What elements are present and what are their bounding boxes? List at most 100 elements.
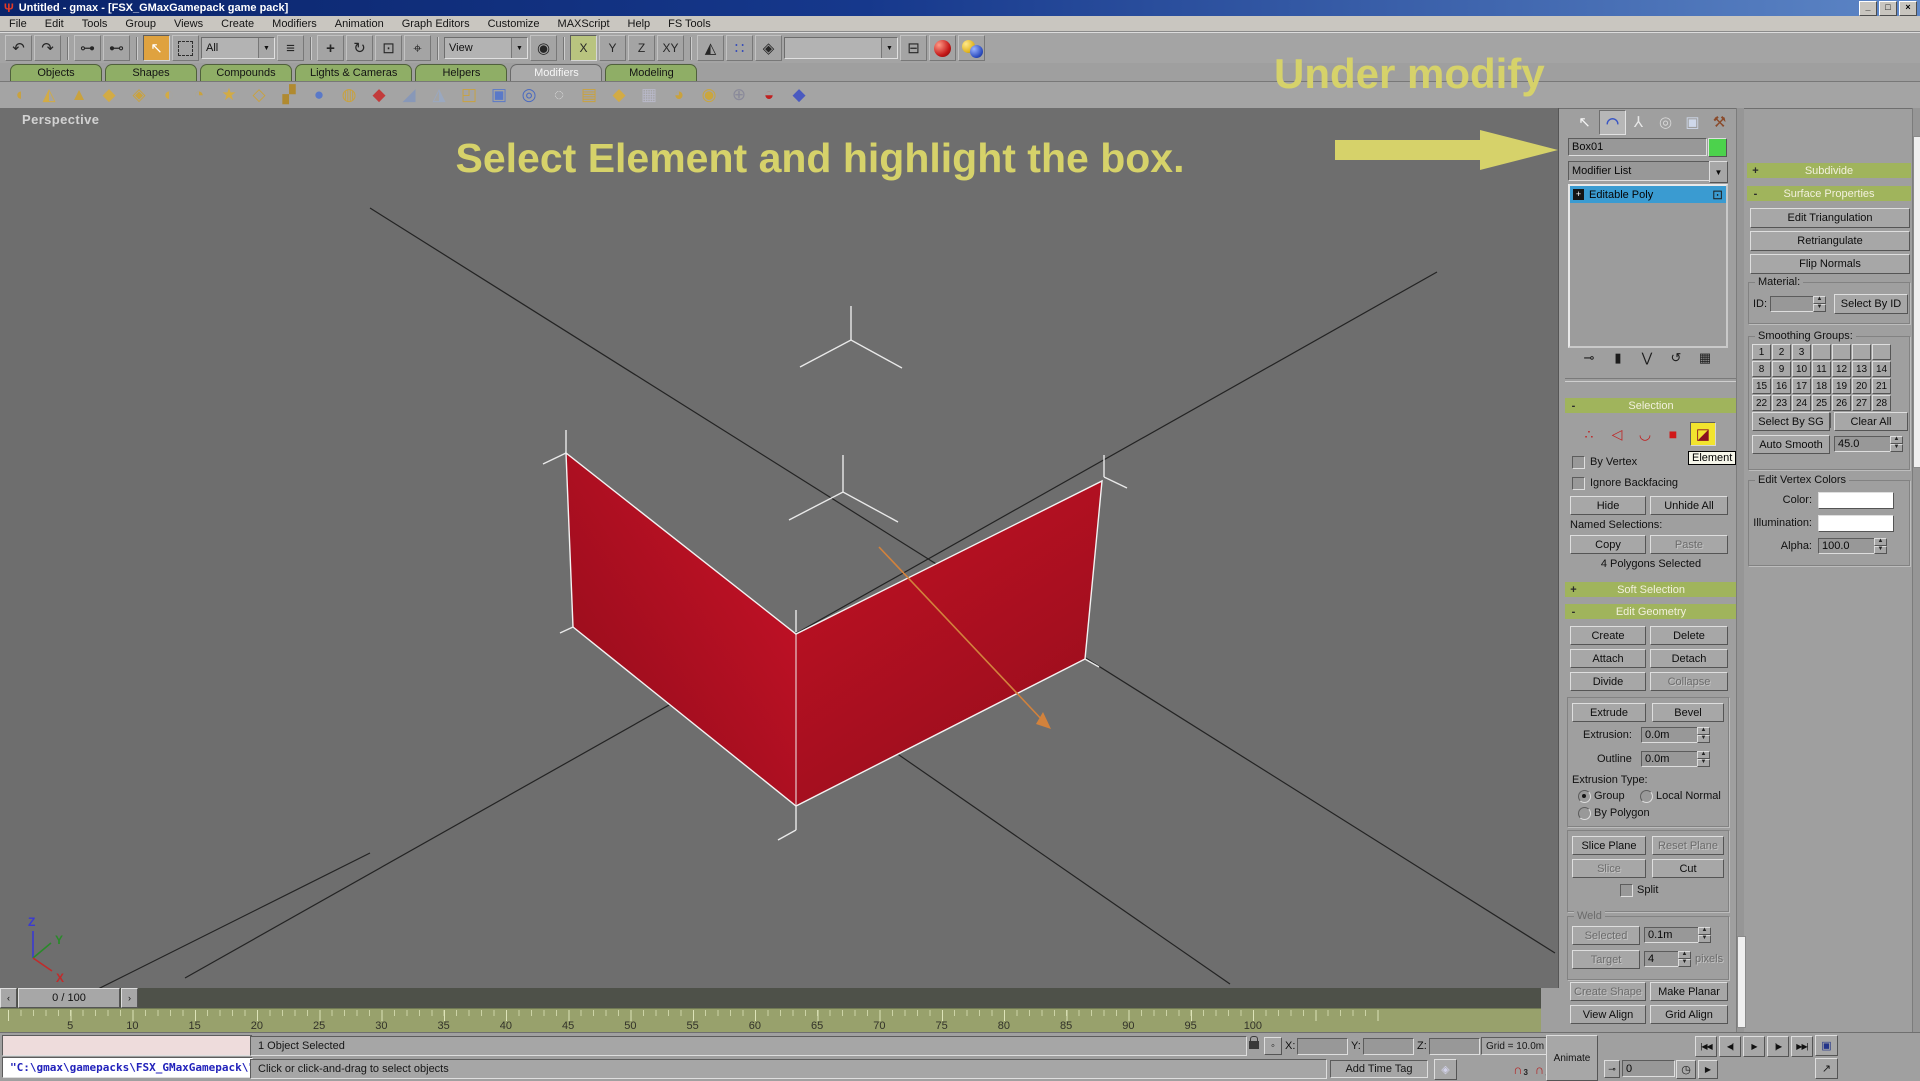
hierarchy-tab-icon[interactable]: ⅄ — [1626, 110, 1651, 133]
tab-helpers[interactable]: Helpers — [415, 64, 507, 81]
smoothing-group-button[interactable]: 10 — [1792, 361, 1811, 377]
alpha-field[interactable]: 100.0 — [1818, 538, 1875, 554]
divide-button[interactable]: Divide — [1570, 672, 1646, 691]
make-unique-icon[interactable]: ⋁ — [1637, 349, 1657, 367]
minimize-button[interactable]: _ — [1859, 1, 1877, 16]
modifier-icon[interactable]: ◰ — [458, 84, 480, 106]
border-mode-icon[interactable]: ◡ — [1634, 424, 1656, 444]
menu-item[interactable]: Create — [212, 18, 263, 30]
selection-lock-icon[interactable] — [1249, 1041, 1259, 1049]
smoothing-group-button[interactable]: 18 — [1812, 378, 1831, 394]
modifier-icon[interactable]: ◐ — [158, 84, 180, 106]
smoothing-group-button[interactable] — [1832, 344, 1851, 360]
menu-item[interactable]: Graph Editors — [393, 18, 479, 30]
perspective-viewport[interactable]: Z Y X Perspective Select Element and hig… — [0, 108, 1559, 988]
reset-plane-button[interactable]: Reset Plane — [1652, 836, 1724, 855]
material-id-field[interactable] — [1770, 296, 1815, 312]
modifier-icon[interactable]: ◆ — [98, 84, 120, 106]
modifier-icon[interactable]: ◖ — [8, 84, 30, 106]
use-center-icon[interactable]: ◉ — [530, 35, 557, 61]
undo-icon[interactable]: ↶ — [5, 35, 32, 61]
modifier-icon[interactable]: ★ — [218, 84, 240, 106]
menu-item[interactable]: MAXScript — [549, 18, 619, 30]
flip-normals-button[interactable]: Flip Normals — [1750, 254, 1910, 274]
menu-item[interactable]: Modifiers — [263, 18, 326, 30]
menu-item[interactable]: Customize — [479, 18, 549, 30]
modifier-icon[interactable]: ◆ — [608, 84, 630, 106]
maximize-button[interactable]: □ — [1879, 1, 1897, 16]
by-polygon-radio[interactable] — [1578, 807, 1591, 820]
pin-stack-icon[interactable]: ⊸ — [1579, 349, 1599, 367]
modifier-icon[interactable]: ◆ — [368, 84, 390, 106]
illumination-swatch[interactable] — [1818, 515, 1894, 532]
modifier-icon[interactable]: ▣ — [488, 84, 510, 106]
view-align-button[interactable]: View Align — [1570, 1005, 1646, 1024]
attach-button[interactable]: Attach — [1570, 649, 1646, 668]
smoothing-group-button[interactable]: 14 — [1872, 361, 1891, 377]
add-time-tag[interactable]: Add Time Tag — [1330, 1060, 1428, 1078]
scrollbar-thumb[interactable] — [1913, 136, 1920, 468]
modifier-icon[interactable]: ▦ — [638, 84, 660, 106]
cut-button[interactable]: Cut — [1652, 859, 1724, 878]
smoothing-group-button[interactable]: 17 — [1792, 378, 1811, 394]
tab-compounds[interactable]: Compounds — [200, 64, 292, 81]
modifier-icon[interactable]: ▤ — [578, 84, 600, 106]
select-and-manipulate-icon[interactable]: ⌖ — [404, 35, 431, 61]
smoothing-group-button[interactable]: 22 — [1752, 395, 1771, 411]
playback-button[interactable]: ▶ — [1743, 1036, 1765, 1057]
scrollbar-thumb[interactable] — [1737, 936, 1746, 1028]
modifier-stack[interactable]: + Editable Poly ⊡ — [1568, 184, 1728, 348]
modifier-icon[interactable]: ◌ — [548, 84, 570, 106]
smoothing-group-button[interactable]: 16 — [1772, 378, 1791, 394]
tab-modeling[interactable]: Modeling — [605, 64, 697, 81]
menu-item[interactable]: Views — [165, 18, 212, 30]
by-vertex-checkbox[interactable] — [1572, 456, 1585, 469]
select-and-move-icon[interactable]: + — [317, 35, 344, 61]
smoothing-group-button[interactable] — [1872, 344, 1891, 360]
modifier-icon[interactable]: ◮ — [428, 84, 450, 106]
delete-button[interactable]: Delete — [1650, 626, 1728, 645]
redo-icon[interactable]: ↷ — [34, 35, 61, 61]
extended-panel-scrollbar[interactable] — [1912, 108, 1920, 1032]
render-icon[interactable] — [958, 35, 985, 61]
display-tab-icon[interactable]: ▣ — [1680, 110, 1705, 133]
vertex-mode-icon[interactable]: ∴ — [1578, 424, 1600, 444]
time-back-icon[interactable]: ‹ — [0, 988, 17, 1008]
min-max-toggle-icon[interactable]: ↗ — [1815, 1058, 1838, 1079]
reference-coordinate-dropdown[interactable]: View ▼ — [444, 37, 528, 59]
weld-target-spinner[interactable]: ▲▼ — [1678, 951, 1691, 967]
element-mode-icon[interactable]: ◪ — [1690, 422, 1716, 446]
make-planar-button[interactable]: Make Planar — [1650, 982, 1728, 1001]
modifier-icon[interactable]: ◍ — [338, 84, 360, 106]
edit-geometry-rollout-header[interactable]: -Edit Geometry — [1565, 604, 1737, 619]
time-forward-icon[interactable]: › — [121, 988, 138, 1008]
smoothing-group-button[interactable]: 24 — [1792, 395, 1811, 411]
menu-item[interactable]: Help — [619, 18, 660, 30]
smoothing-group-button[interactable]: 28 — [1872, 395, 1891, 411]
extrude-button[interactable]: Extrude — [1572, 703, 1646, 722]
smoothing-group-button[interactable]: 9 — [1772, 361, 1791, 377]
box-left-wall[interactable] — [566, 453, 796, 806]
group-radio[interactable] — [1578, 790, 1591, 803]
alpha-spinner[interactable]: ▲▼ — [1874, 538, 1887, 554]
smoothing-group-button[interactable] — [1812, 344, 1831, 360]
auto-smooth-button[interactable]: Auto Smooth — [1752, 435, 1830, 454]
modifier-icon[interactable]: ◕ — [668, 84, 690, 106]
restrict-xy-button[interactable]: XY — [657, 35, 684, 61]
tab-shapes[interactable]: Shapes — [105, 64, 197, 81]
ignore-backfacing-checkbox[interactable] — [1572, 477, 1585, 490]
modifier-icon[interactable]: ▲ — [68, 84, 90, 106]
time-slider[interactable]: 0 / 100 — [18, 988, 120, 1008]
smoothing-group-button[interactable]: 21 — [1872, 378, 1891, 394]
outline-field[interactable]: 0.0m — [1641, 751, 1698, 767]
soft-selection-rollout-header[interactable]: +Soft Selection — [1565, 582, 1737, 597]
menu-item[interactable]: File — [0, 18, 36, 30]
motion-tab-icon[interactable]: ◎ — [1653, 110, 1678, 133]
show-end-result-icon[interactable]: ▮ — [1608, 349, 1628, 367]
smoothing-group-button[interactable]: 12 — [1832, 361, 1851, 377]
selection-filter-dropdown[interactable]: All ▼ — [201, 37, 275, 59]
restrict-y-button[interactable]: Y — [599, 35, 626, 61]
extrusion-spinner[interactable]: ▲▼ — [1697, 727, 1710, 743]
stack-item-editable-poly[interactable]: + Editable Poly ⊡ — [1570, 186, 1726, 203]
selection-region-icon[interactable] — [172, 35, 199, 61]
